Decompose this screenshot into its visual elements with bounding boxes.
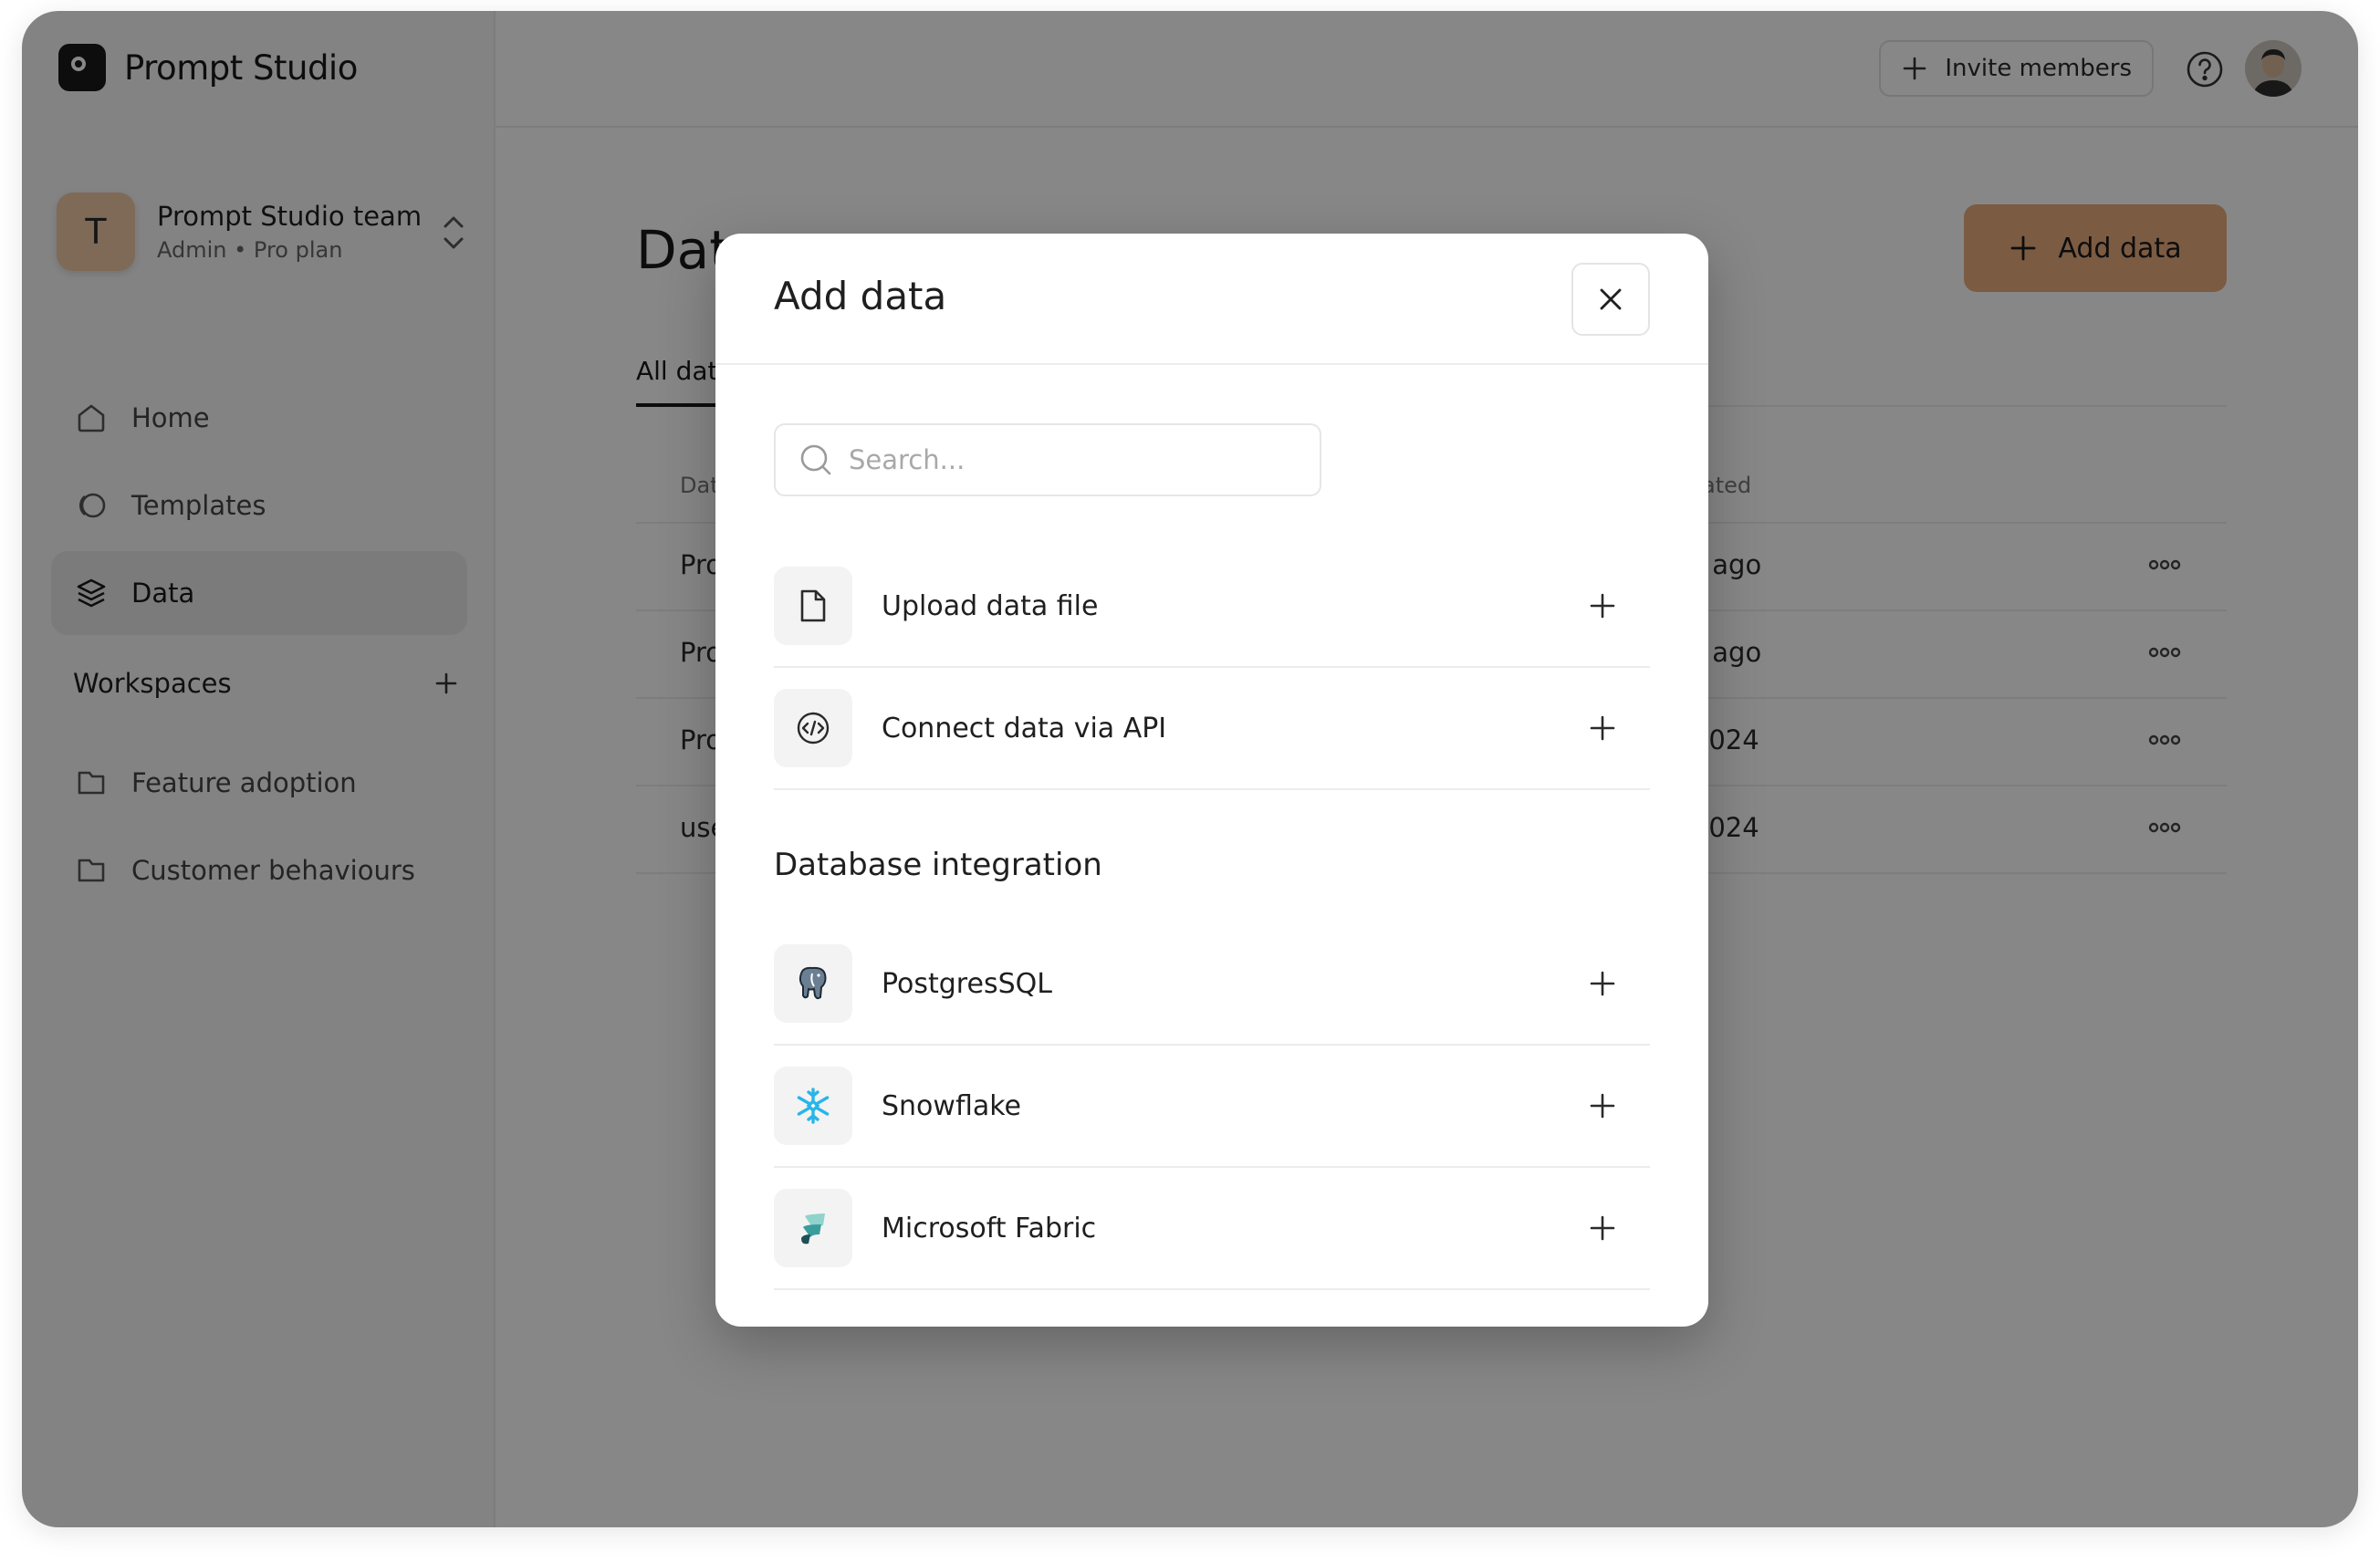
plus-icon[interactable]	[1588, 969, 1617, 998]
integration-options: PostgresSQL Snowflake Microsoft Fabric	[774, 923, 1650, 1290]
app-window: Prompt Studio T Prompt Studio team Admin…	[22, 11, 2358, 1527]
integration-label: Snowflake	[882, 1089, 1021, 1122]
data-source-options: Upload data file Connect data via API	[774, 546, 1650, 790]
fabric-icon	[801, 1213, 825, 1244]
search-icon	[800, 444, 831, 475]
integration-label: Microsoft Fabric	[882, 1212, 1097, 1244]
database-integration-heading: Database integration	[774, 847, 1102, 883]
search-input[interactable]	[849, 444, 1305, 475]
file-icon	[800, 589, 826, 622]
plus-icon[interactable]	[1588, 1091, 1617, 1120]
option-icon-box	[774, 689, 852, 767]
close-icon	[1600, 288, 1622, 310]
option-upload-data-file[interactable]: Upload data file	[774, 546, 1650, 668]
plus-icon[interactable]	[1588, 1213, 1617, 1243]
modal-title: Add data	[774, 274, 947, 318]
option-icon-box	[774, 567, 852, 645]
postgres-elephant-icon	[799, 966, 827, 1000]
code-icon	[797, 712, 830, 745]
option-icon-box	[774, 1189, 852, 1267]
option-icon-box	[774, 944, 852, 1023]
option-connect-data-via-api[interactable]: Connect data via API	[774, 668, 1650, 790]
modal-header: Add data	[715, 234, 1708, 365]
add-data-modal: Add data Upload data file	[715, 234, 1708, 1327]
plus-icon[interactable]	[1588, 713, 1617, 743]
option-label: Connect data via API	[882, 712, 1167, 745]
integration-microsoft-fabric[interactable]: Microsoft Fabric	[774, 1168, 1650, 1290]
integration-postgressql[interactable]: PostgresSQL	[774, 923, 1650, 1046]
option-icon-box	[774, 1067, 852, 1145]
integration-label: PostgresSQL	[882, 967, 1052, 1000]
integration-snowflake[interactable]: Snowflake	[774, 1046, 1650, 1168]
search-box[interactable]	[774, 423, 1321, 496]
close-button[interactable]	[1571, 263, 1650, 336]
plus-icon[interactable]	[1588, 591, 1617, 620]
option-label: Upload data file	[882, 589, 1099, 622]
snowflake-icon	[797, 1088, 830, 1124]
